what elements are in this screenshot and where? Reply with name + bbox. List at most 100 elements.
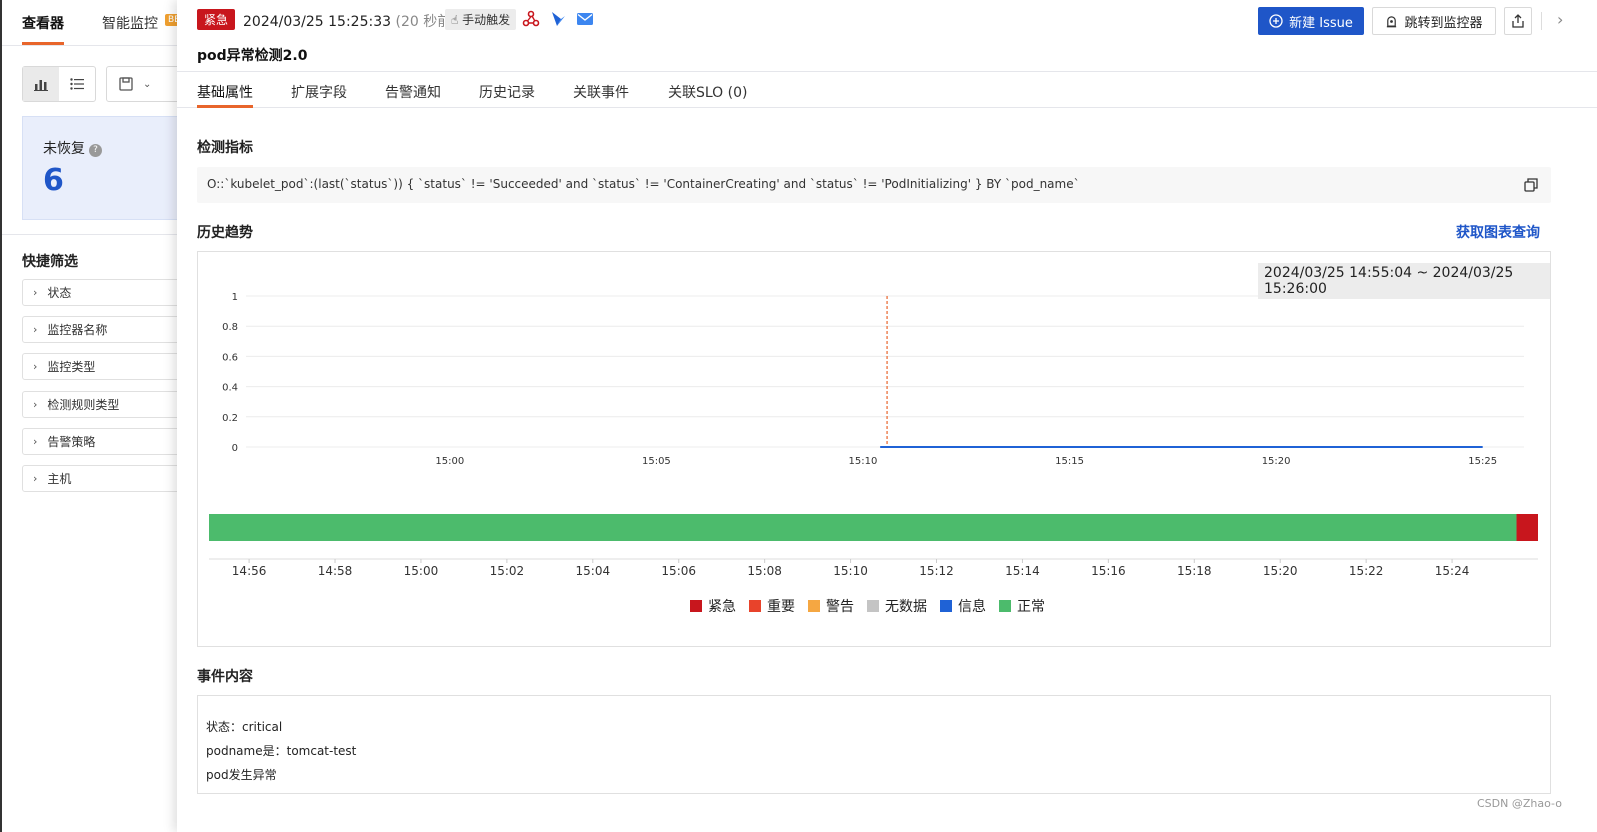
share-icon (1512, 14, 1524, 28)
event-line: 状态：critical (206, 720, 283, 734)
x-tick-label: 15:25 (1468, 456, 1497, 467)
legend-item[interactable]: 重要 (749, 596, 795, 616)
copy-icon[interactable] (1523, 177, 1539, 193)
tab-basic-attributes[interactable]: 基础属性 (197, 82, 253, 102)
timeline-tick-label: 15:24 (1435, 564, 1470, 578)
legend-swatch (690, 600, 702, 612)
tab-history[interactable]: 历史记录 (479, 82, 535, 102)
event-line: podname是：tomcat-test (206, 744, 357, 758)
chevron-right-icon: › (33, 323, 38, 336)
get-chart-query-link[interactable]: 获取图表查询 (1456, 222, 1540, 242)
saved-view-select[interactable]: ⌄ (106, 66, 182, 102)
filter-monitor-name[interactable]: › 监控器名称 (22, 316, 182, 343)
legend-label: 信息 (958, 599, 986, 615)
chevron-right-icon: › (33, 360, 38, 373)
y-tick-label: 0 (232, 443, 238, 454)
tab-viewer[interactable]: 查看器 (22, 13, 64, 33)
timeline-tick-label: 15:12 (919, 564, 954, 578)
status-segment (1516, 514, 1538, 541)
filter-monitor-type[interactable]: › 监控类型 (22, 353, 182, 380)
filter-rule-type[interactable]: › 检测规则类型 (22, 391, 182, 418)
legend-item[interactable]: 无数据 (867, 596, 927, 616)
watermark: CSDN @Zhao-o (1477, 797, 1562, 810)
chevron-right-icon: › (33, 472, 38, 485)
filter-alert-policy[interactable]: › 告警策略 (22, 428, 182, 455)
tab-smart-monitor[interactable]: 智能监控 (102, 13, 158, 33)
tab-related-slo[interactable]: 关联SLO (0) (668, 82, 748, 102)
timeline-tick-label: 15:14 (1005, 564, 1040, 578)
quick-filter-title: 快捷筛选 (22, 254, 78, 270)
save-view-icon (119, 77, 133, 91)
tab-alert-notification[interactable]: 告警通知 (385, 82, 441, 102)
x-tick-label: 15:00 (435, 456, 464, 467)
unrecovered-card[interactable]: 未恢复? 6 (22, 116, 182, 220)
chevron-right-icon: › (33, 398, 38, 411)
legend-item[interactable]: 正常 (999, 596, 1045, 616)
tab-related-events[interactable]: 关联事件 (573, 82, 629, 102)
legend-item[interactable]: 紧急 (690, 596, 736, 616)
legend-swatch (999, 600, 1011, 612)
chevron-down-icon: ⌄ (143, 78, 152, 90)
divider (2, 234, 182, 235)
view-toggle (22, 66, 96, 102)
legend-item[interactable]: 警告 (808, 596, 854, 616)
filter-host[interactable]: › 主机 (22, 465, 182, 492)
y-tick-label: 0.6 (222, 352, 238, 363)
help-icon[interactable]: ? (89, 144, 102, 157)
status-legend: 紧急 重要 警告 无数据 信息 正常 (690, 596, 1045, 616)
monitor-title: pod异常检测2.0 (197, 48, 308, 64)
new-issue-button[interactable]: 新建 Issue (1258, 7, 1364, 35)
event-content: 状态：critical podname是：tomcat-test pod发生异常 (197, 695, 1551, 794)
event-detail-drawer: 紧急 2024/03/25 15:25:33 (20 秒前) ☝ 手动触发 新建… (177, 0, 1597, 832)
chevron-right-icon: › (33, 435, 38, 448)
metric-query: O::`kubelet_pod`:(last(`status`)) { `sta… (197, 167, 1551, 203)
mail-icon[interactable] (576, 10, 594, 28)
unrecovered-count: 6 (43, 163, 64, 198)
timeline-tick-label: 15:22 (1349, 564, 1384, 578)
legend-item[interactable]: 信息 (940, 596, 986, 616)
jump-to-monitor-button[interactable]: 跳转到监控器 (1372, 7, 1496, 35)
share-button[interactable] (1504, 7, 1532, 35)
legend-swatch (867, 600, 879, 612)
timeline-tick-label: 15:00 (404, 564, 439, 578)
chevron-right-icon: › (33, 286, 38, 299)
y-tick-label: 1 (232, 292, 238, 303)
x-tick-label: 15:15 (1055, 456, 1084, 467)
list-view-icon[interactable] (59, 67, 95, 101)
legend-swatch (940, 600, 952, 612)
trend-chart: 0 0.2 0.4 0.6 0.8 1 15:00 15:05 15:10 15:15 15:20 1… (209, 292, 1538, 578)
filter-status[interactable]: › 状态 (22, 279, 182, 306)
legend-swatch (808, 600, 820, 612)
status-segment (209, 514, 1517, 541)
legend-swatch (749, 600, 761, 612)
legend-label: 无数据 (885, 599, 927, 615)
timeline-tick-label: 14:58 (318, 564, 353, 578)
timeline-tick-label: 15:10 (833, 564, 868, 578)
timeline-tick-label: 15:06 (661, 564, 696, 578)
divider (1541, 12, 1542, 30)
manual-trigger-badge: ☝ 手动触发 (445, 9, 517, 30)
timeline-tick-label: 15:20 (1263, 564, 1298, 578)
unrecovered-label: 未恢复? (43, 138, 102, 158)
severity-badge: 紧急 (197, 9, 236, 30)
monitor-icon (1387, 15, 1397, 27)
event-time: 2024/03/25 15:25:33 (20 秒前) (243, 14, 457, 30)
timeline-tick-label: 15:18 (1177, 564, 1212, 578)
event-section-title: 事件内容 (197, 669, 253, 685)
detail-tabs: 基础属性 扩展字段 告警通知 历史记录 关联事件 关联SLO (0) (177, 72, 1597, 108)
background-tabs: 查看器 智能监控 BE (2, 0, 183, 46)
lark-icon[interactable] (549, 10, 567, 28)
webhook-icon[interactable] (522, 10, 540, 28)
bar-chart-view-icon[interactable] (23, 67, 59, 101)
plus-circle-icon (1269, 14, 1283, 28)
tab-extended-fields[interactable]: 扩展字段 (291, 82, 347, 102)
legend-label: 重要 (767, 599, 795, 615)
legend-label: 警告 (826, 599, 854, 615)
x-tick-label: 15:05 (642, 456, 671, 467)
trend-chart-panel: 2024/03/25 14:55:04 ~ 2024/03/25 15:26:0… (197, 251, 1551, 647)
x-tick-label: 15:10 (849, 456, 878, 467)
timeline-tick-label: 15:08 (747, 564, 782, 578)
legend-label: 正常 (1017, 599, 1045, 615)
timeline-tick-label: 15:02 (490, 564, 525, 578)
close-icon[interactable]: › (1557, 10, 1563, 29)
